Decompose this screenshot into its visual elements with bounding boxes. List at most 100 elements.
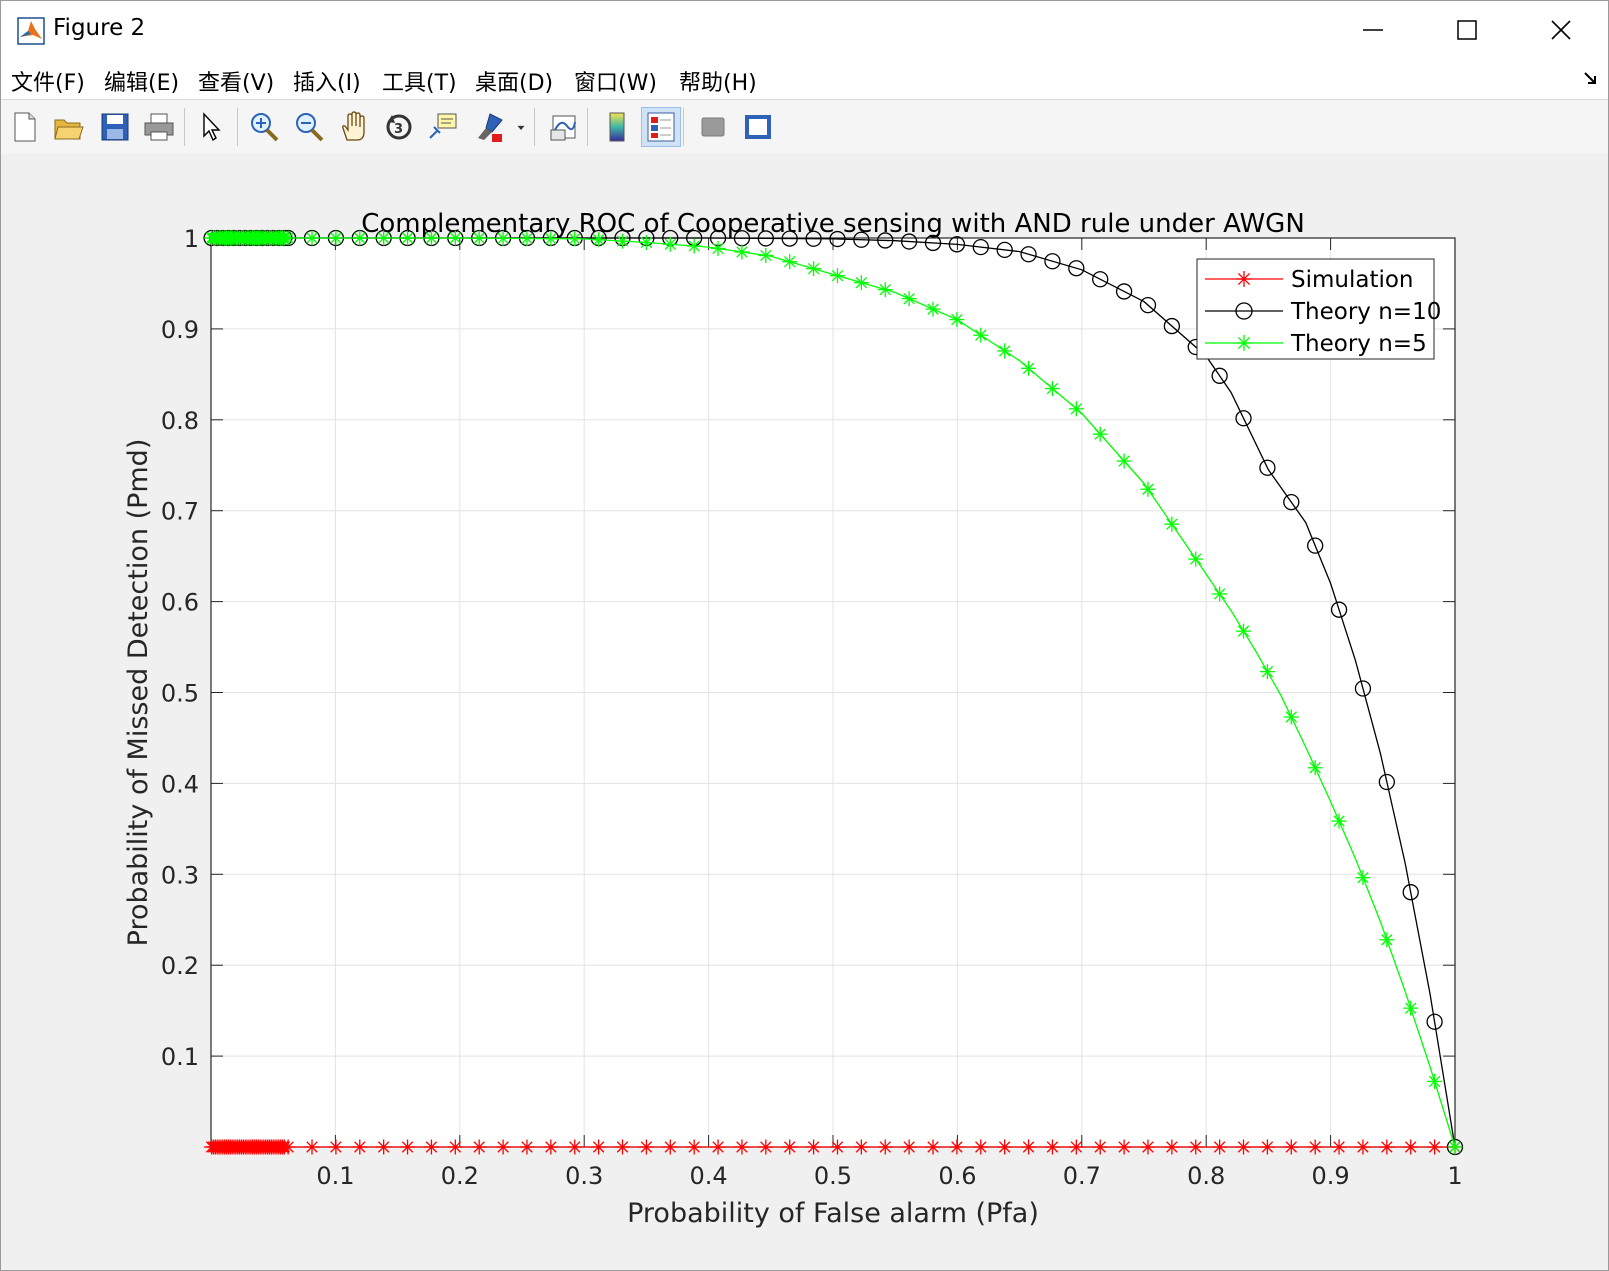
- hide-plot-tools-button[interactable]: [693, 107, 733, 147]
- data-point-simulation: [328, 1139, 344, 1155]
- data-point-simulation: [901, 1139, 917, 1155]
- x-tick-label: 1: [1447, 1162, 1462, 1190]
- legend-icon: [647, 112, 675, 142]
- data-point-simulation: [734, 1139, 750, 1155]
- data-point-theory-n-5: [710, 240, 726, 256]
- edit-plot-button[interactable]: [191, 107, 231, 147]
- data-point-simulation: [806, 1139, 822, 1155]
- data-point-simulation: [710, 1139, 726, 1155]
- data-point-simulation: [1021, 1139, 1037, 1155]
- maximize-button[interactable]: [1421, 1, 1513, 59]
- x-tick-label: 0.5: [814, 1162, 852, 1190]
- new-figure-button[interactable]: [5, 107, 45, 147]
- data-point-simulation: [352, 1139, 368, 1155]
- data-point-theory-n-5: [662, 236, 678, 252]
- data-point-theory-n-5: [1355, 870, 1371, 886]
- menu-item-3[interactable]: 插入(I): [293, 65, 361, 97]
- data-point-simulation: [591, 1139, 607, 1155]
- data-point-simulation: [1331, 1139, 1347, 1155]
- data-point-simulation: [686, 1139, 702, 1155]
- edit-plot-icon: [203, 112, 221, 142]
- data-point-theory-n-5: [1283, 709, 1299, 725]
- menu-item-2[interactable]: 查看(V): [198, 65, 274, 97]
- y-tick-label: 0.1: [161, 1043, 199, 1071]
- x-tick-label: 0.9: [1312, 1162, 1350, 1190]
- data-point-simulation: [1427, 1139, 1443, 1155]
- zoom-out-icon: [296, 113, 324, 142]
- data-point-theory-n-5: [1068, 401, 1084, 417]
- link-plot-icon: [550, 115, 576, 141]
- dropdown-arrow-button[interactable]: [511, 107, 531, 147]
- x-tick-label: 0.1: [316, 1162, 354, 1190]
- data-point-simulation: [400, 1139, 416, 1155]
- y-tick-label: 0.8: [161, 407, 199, 435]
- zoom-in-button[interactable]: [244, 107, 284, 147]
- close-button[interactable]: [1515, 1, 1607, 59]
- data-point-theory-n-5: [1044, 381, 1060, 397]
- menu-item-7[interactable]: 帮助(H): [679, 65, 757, 97]
- rotate-3d-icon: 3: [386, 114, 412, 140]
- data-point-simulation: [1403, 1139, 1419, 1155]
- hide-plot-tools-icon: [701, 117, 725, 137]
- y-tick-label: 1: [184, 225, 199, 253]
- data-point-theory-n-5: [447, 230, 463, 246]
- zoom-out-button[interactable]: [289, 107, 329, 147]
- data-point-simulation: [782, 1139, 798, 1155]
- data-cursor-button[interactable]: [423, 107, 463, 147]
- legend-label-theory-n-10: Theory n=10: [1290, 299, 1441, 325]
- menu-item-5[interactable]: 桌面(D): [475, 65, 553, 97]
- brush-button[interactable]: [469, 107, 509, 147]
- maximize-icon: [1457, 20, 1477, 40]
- title-bar[interactable]: Figure 2: [1, 1, 1608, 59]
- toolbar-separator: [237, 108, 238, 146]
- data-point-simulation: [877, 1139, 893, 1155]
- data-point-simulation: [1116, 1139, 1132, 1155]
- data-point-simulation: [304, 1139, 320, 1155]
- data-point-simulation: [1164, 1139, 1180, 1155]
- data-point-simulation: [829, 1139, 845, 1155]
- show-plot-tools-button[interactable]: [738, 107, 778, 147]
- print-icon: [144, 113, 174, 141]
- pan-button[interactable]: [334, 107, 374, 147]
- figure-toolbar: 3: [1, 99, 1608, 155]
- data-point-simulation: [973, 1139, 989, 1155]
- data-point-simulation: [1355, 1139, 1371, 1155]
- y-tick-label: 0.9: [161, 316, 199, 344]
- legend-button[interactable]: [641, 107, 681, 147]
- menu-item-1[interactable]: 编辑(E): [104, 65, 179, 97]
- y-tick-label: 0.3: [161, 861, 199, 889]
- data-point-simulation: [1140, 1139, 1156, 1155]
- dock-arrow-icon[interactable]: [1582, 69, 1600, 87]
- menu-item-0[interactable]: 文件(F): [11, 65, 85, 97]
- link-plot-button[interactable]: [544, 107, 584, 147]
- figure-canvas[interactable]: 0.1 0.2 0.3 0.4 0.5 0.6 0.7 0.8 0.9 1 0.1 0.2 0.3 0.4…: [1, 154, 1608, 1270]
- open-file-button[interactable]: [49, 107, 89, 147]
- data-point-theory-n-5: [1403, 1000, 1419, 1016]
- open-file-icon: [54, 119, 84, 140]
- toolbar-separator: [587, 108, 588, 146]
- data-point-theory-n-5: [1116, 453, 1132, 469]
- save-button[interactable]: [95, 107, 135, 147]
- data-point-simulation: [1259, 1139, 1275, 1155]
- data-point-theory-n-5: [304, 230, 320, 246]
- print-button[interactable]: [139, 107, 179, 147]
- menu-item-4[interactable]: 工具(T): [382, 65, 457, 97]
- rotate-3d-button[interactable]: 3: [379, 107, 419, 147]
- data-point-theory-n-5: [495, 230, 511, 246]
- data-point-simulation: [471, 1139, 487, 1155]
- data-point-simulation: [376, 1139, 392, 1155]
- minimize-button[interactable]: [1327, 1, 1419, 59]
- y-tick-label: 0.4: [161, 770, 199, 798]
- data-point-theory-n-5: [1092, 426, 1108, 442]
- data-point-theory-n-5: [543, 231, 559, 247]
- data-point-simulation: [615, 1139, 631, 1155]
- data-point-theory-n-5: [853, 275, 869, 291]
- data-point-simulation: [447, 1139, 463, 1155]
- data-point-theory-n-5: [1140, 481, 1156, 497]
- data-point-simulation: [543, 1139, 559, 1155]
- brush-icon: [478, 113, 503, 142]
- matlab-icon: [17, 17, 45, 45]
- colorbar-button[interactable]: [597, 107, 637, 147]
- data-point-simulation: [758, 1139, 774, 1155]
- menu-item-6[interactable]: 窗口(W): [574, 65, 657, 97]
